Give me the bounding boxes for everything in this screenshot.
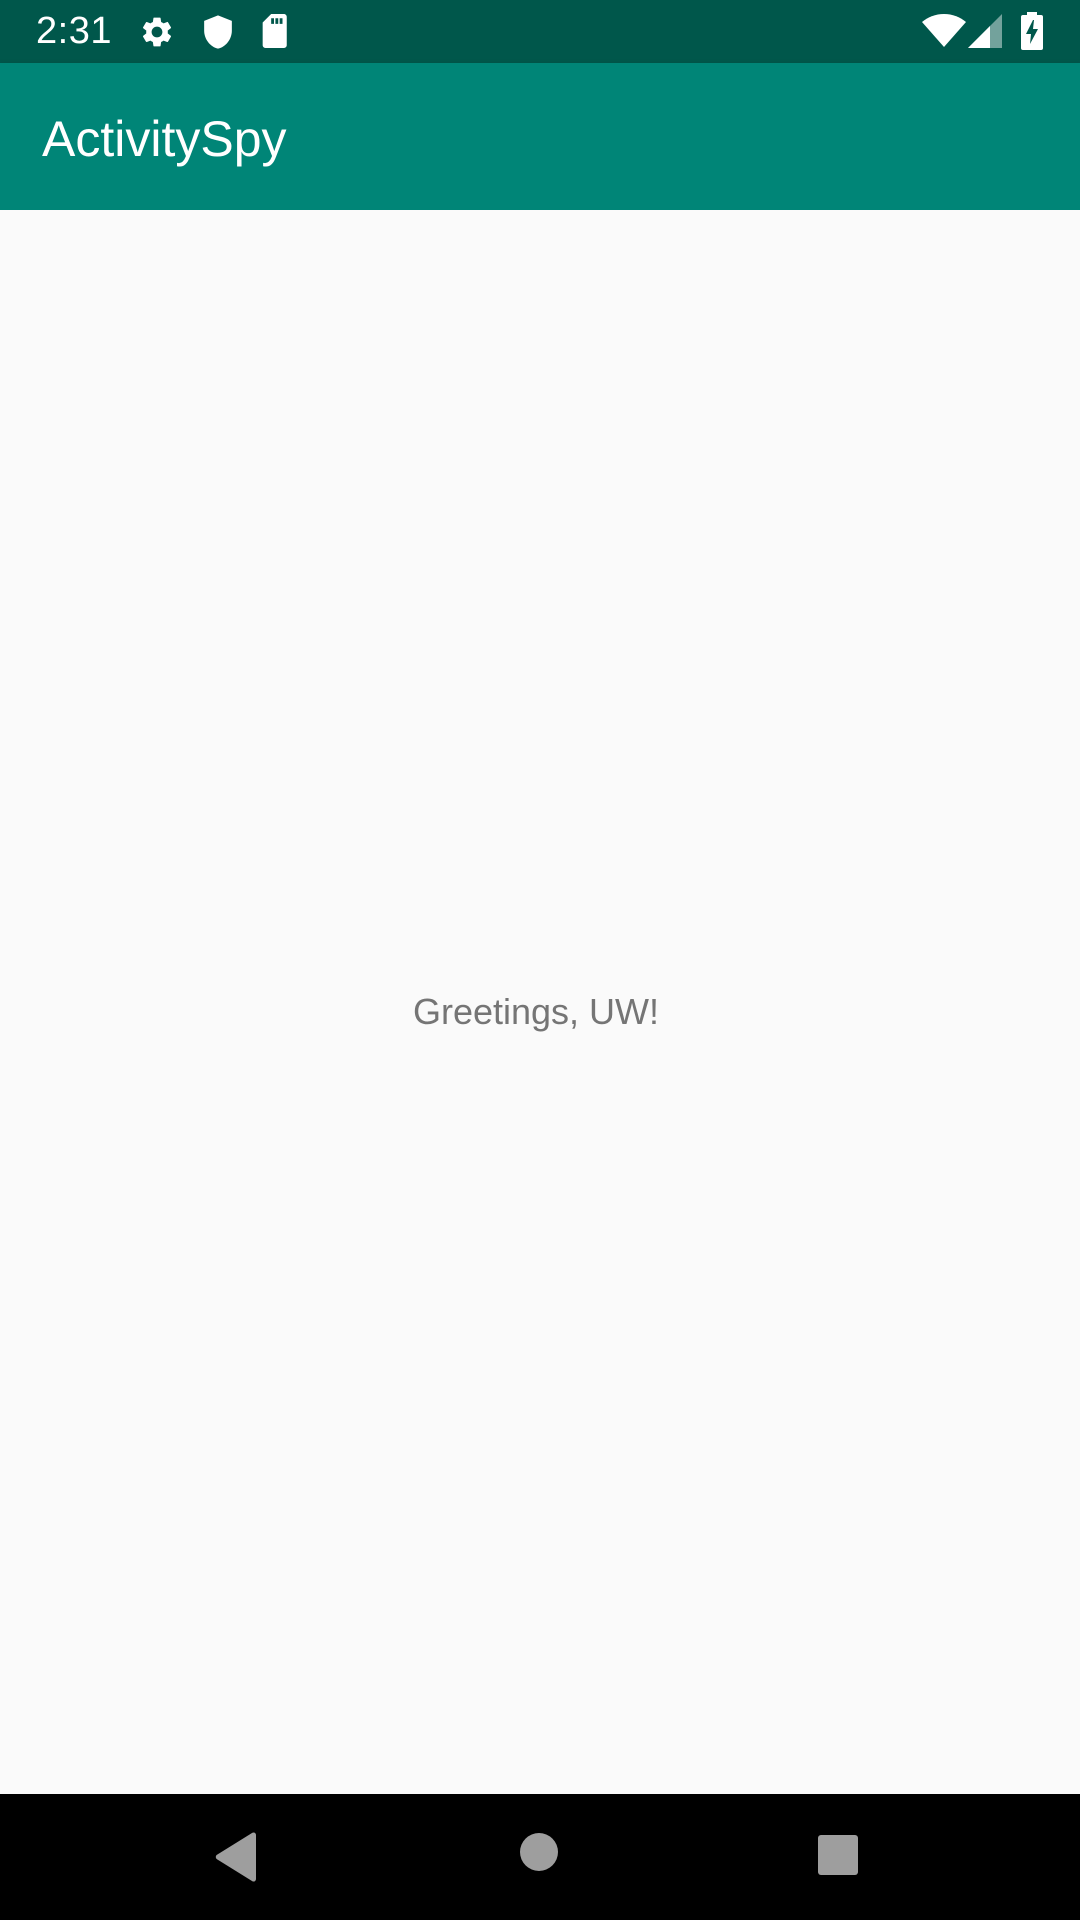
cell-signal-icon bbox=[968, 14, 1002, 48]
status-time: 2:31 bbox=[36, 10, 112, 52]
main-content: Greetings, UW! bbox=[0, 210, 1080, 1794]
shield-icon bbox=[204, 15, 232, 49]
app-title: ActivitySpy bbox=[42, 111, 287, 167]
navigation-bar bbox=[0, 1794, 1080, 1920]
battery-charging-icon bbox=[1021, 12, 1043, 50]
back-icon[interactable] bbox=[214, 1832, 258, 1882]
home-icon[interactable] bbox=[519, 1832, 559, 1872]
recents-icon[interactable] bbox=[818, 1835, 858, 1875]
sd-card-icon bbox=[262, 14, 287, 48]
greeting-text: Greetings, UW! bbox=[412, 991, 660, 1032]
gear-icon bbox=[142, 17, 172, 47]
app-bar: ActivitySpy bbox=[0, 63, 1080, 210]
wifi-icon bbox=[922, 14, 966, 47]
status-bar: 2:31 bbox=[0, 0, 1080, 63]
